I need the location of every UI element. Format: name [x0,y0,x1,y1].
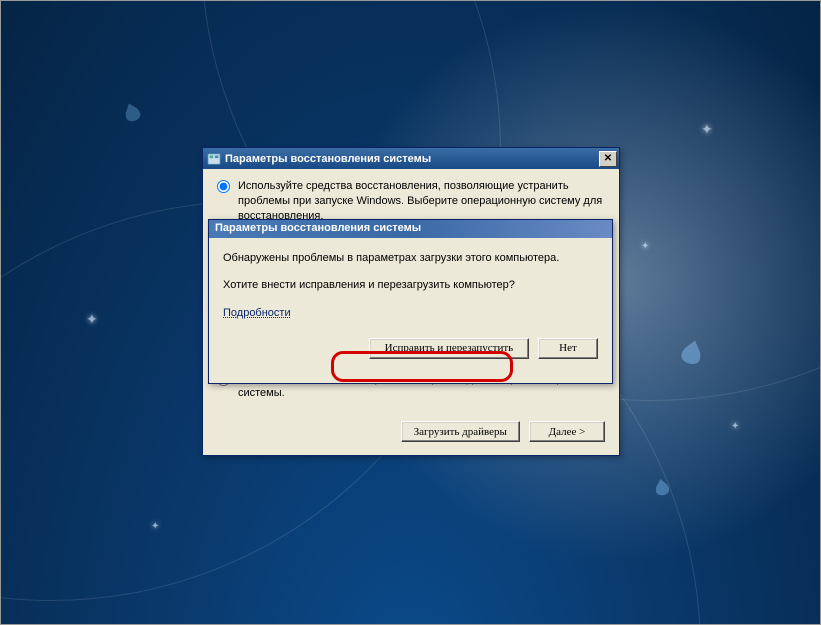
option-use-recovery-tools[interactable]: Используйте средства восстановления, поз… [217,179,605,224]
close-button[interactable]: ✕ [599,151,617,167]
problem-message-line1: Обнаружены проблемы в параметрах загрузк… [223,250,598,267]
desktop-background: ✦ ✦ ✦ ✦ ✦ Параметры восстановления систе… [1,1,820,624]
titlebar: Параметры восстановления системы ✕ [203,148,619,169]
details-link[interactable]: Подробности [223,305,291,322]
option1-label: Используйте средства восстановления, поз… [238,179,605,224]
app-icon [207,152,221,166]
dialog-title: Параметры восстановления системы [225,153,599,165]
problem-message-line2: Хотите внести исправления и перезагрузит… [223,277,598,294]
no-button[interactable]: Нет [538,338,598,359]
fix-and-restart-button[interactable]: Исправить и перезапустить [369,338,529,359]
child-dialog-header: Параметры восстановления системы [209,220,612,238]
load-drivers-button[interactable]: Загрузить драйверы [401,421,520,442]
radio-use-tools[interactable] [217,180,230,193]
boot-problems-dialog: Параметры восстановления системы Обнаруж… [208,219,613,384]
next-button[interactable]: Далее > [529,421,605,442]
